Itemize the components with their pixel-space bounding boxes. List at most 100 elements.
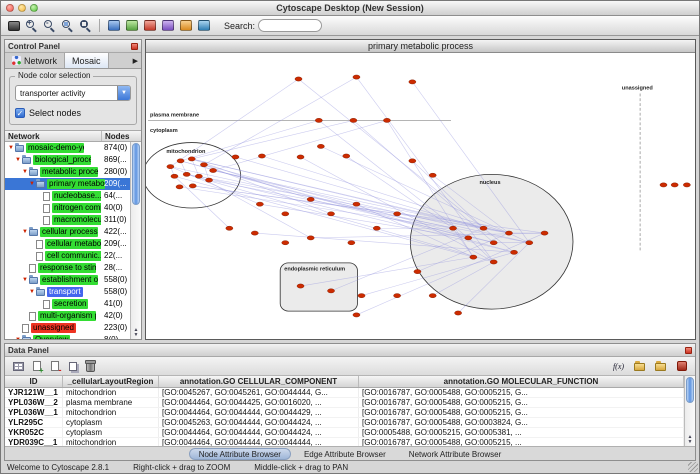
graph-node[interactable] (660, 183, 667, 187)
graph-node[interactable] (505, 231, 512, 235)
graph-node[interactable] (383, 118, 390, 122)
expand-arrow-icon[interactable]: ▼ (28, 180, 36, 188)
graph-node[interactable] (171, 174, 178, 178)
tree-scrollbar[interactable]: ▲▼ (130, 142, 141, 339)
tree-item-cellular-process[interactable]: ▼cellular process422(... (5, 226, 130, 238)
attribute-copy-icon[interactable] (64, 358, 81, 374)
graph-node[interactable] (232, 155, 239, 159)
expand-arrow-icon[interactable]: ▼ (21, 168, 29, 176)
graph-node[interactable] (210, 168, 217, 172)
attribute-delete-icon[interactable] (46, 358, 63, 374)
graph-node[interactable] (307, 236, 314, 240)
tree-scrollbar-thumb[interactable] (132, 143, 140, 205)
table-row[interactable]: YPL036W__2plasma membrane[GO:0044464, GO… (5, 398, 684, 408)
graph-node[interactable] (510, 250, 517, 254)
graph-node[interactable] (394, 294, 401, 298)
attribute-dropdown[interactable]: transporter activity ▼ (15, 85, 131, 101)
tab-edge-attribute-browser[interactable]: Edge Attribute Browser (294, 448, 396, 460)
import-network-icon[interactable] (141, 18, 158, 34)
graph-node[interactable] (526, 241, 533, 245)
graph-node[interactable] (409, 80, 416, 84)
zoom-selected-icon[interactable] (59, 18, 76, 34)
graph-node[interactable] (490, 241, 497, 245)
tree-item-mosaic-demo-yeast[interactable]: ▼mosaic-demo-yeast874(0) (5, 142, 130, 154)
graph-node[interactable] (455, 311, 462, 315)
graph-node[interactable] (409, 159, 416, 163)
tree-item-biological-process[interactable]: ▼biological_process869(... (5, 154, 130, 166)
table-row[interactable]: YLR295Ccytoplasm[GO:0045263, GO:0044444,… (5, 418, 684, 428)
tab-node-attribute-browser[interactable]: Node Attribute Browser (189, 448, 291, 460)
tree-item-metabolic-process[interactable]: ▼metabolic process280(0) (5, 166, 130, 178)
graph-node[interactable] (449, 226, 456, 230)
zoom-window-button[interactable] (30, 4, 38, 12)
graph-node[interactable] (353, 202, 360, 206)
layout-icon[interactable] (177, 18, 194, 34)
attribute-select-icon[interactable] (10, 358, 27, 374)
column-header-id[interactable]: ID (5, 376, 63, 387)
graph-node[interactable] (251, 231, 258, 235)
console-icon[interactable] (5, 18, 22, 34)
tree-item-cell-communic[interactable]: cell communic...22(... (5, 250, 130, 262)
expand-arrow-icon[interactable]: ▼ (21, 276, 29, 284)
graph-node[interactable] (429, 173, 436, 177)
tree-item-establishment-of-lo[interactable]: ▼establishment of lo...558(0) (5, 274, 130, 286)
tree-item-primary-metabo[interactable]: ▼primary metabo...209(... (5, 178, 130, 190)
import-attributes-icon[interactable] (631, 358, 648, 374)
graph-node[interactable] (282, 241, 289, 245)
graph-node[interactable] (188, 157, 195, 161)
control-panel-close-icon[interactable] (131, 43, 138, 50)
tree-item-overview[interactable]: ▼Overview8(0) (5, 334, 130, 339)
graph-node[interactable] (353, 75, 360, 79)
scrollbar-arrows-icon[interactable]: ▲▼ (688, 435, 693, 445)
expand-arrow-icon[interactable]: ▼ (21, 228, 29, 236)
clear-attributes-icon[interactable] (673, 358, 690, 374)
column-header-annotation-go-molecular-function[interactable]: annotation.GO MOLECULAR_FUNCTION (359, 376, 684, 387)
tab-scroll-right-icon[interactable]: ▶ (130, 53, 141, 68)
trash-icon[interactable] (82, 358, 99, 374)
graph-node[interactable] (295, 77, 302, 81)
save-session-icon[interactable] (123, 18, 140, 34)
tree-item-macromolecul[interactable]: macromolecul...311(0) (5, 214, 130, 226)
expand-arrow-icon[interactable]: ▼ (14, 336, 22, 339)
graph-node[interactable] (327, 212, 334, 216)
zoom-out-icon[interactable] (41, 18, 58, 34)
graph-node[interactable] (343, 154, 350, 158)
vizmapper-icon[interactable] (159, 18, 176, 34)
expand-arrow-icon[interactable]: ▼ (7, 144, 15, 152)
zoom-fit-icon[interactable] (77, 18, 94, 34)
graph-node[interactable] (541, 231, 548, 235)
table-row[interactable]: YKR052Ccytoplasm[GO:0044464, GO:0044444,… (5, 428, 684, 438)
minimize-window-button[interactable] (18, 4, 26, 12)
formula-builder-icon[interactable]: f(x) (610, 358, 627, 374)
table-row[interactable]: YDR039C__1mitochondrion[GO:0044464, GO:0… (5, 438, 684, 446)
graph-node[interactable] (200, 163, 207, 167)
tree-item-transport[interactable]: ▼transport558(0) (5, 286, 130, 298)
graph-node[interactable] (195, 174, 202, 178)
tree-item-unassigned[interactable]: unassigned223(0) (5, 322, 130, 334)
attribute-create-icon[interactable] (28, 358, 45, 374)
graph-node[interactable] (315, 118, 322, 122)
graph-node[interactable] (176, 185, 183, 189)
tree-item-nitrogen-compo[interactable]: nitrogen compo...40(0) (5, 202, 130, 214)
graph-node[interactable] (282, 212, 289, 216)
graph-node[interactable] (183, 172, 190, 176)
graph-node[interactable] (177, 159, 184, 163)
graph-node[interactable] (317, 144, 324, 148)
close-window-button[interactable] (6, 4, 14, 12)
tree-item-secretion[interactable]: secretion41(0) (5, 298, 130, 310)
tab-network[interactable]: Network (5, 53, 65, 68)
zoom-in-icon[interactable] (23, 18, 40, 34)
graph-node[interactable] (297, 155, 304, 159)
graph-node[interactable] (490, 260, 497, 264)
table-scrollbar[interactable]: ▲▼ (684, 376, 695, 446)
tab-network-attribute-browser[interactable]: Network Attribute Browser (399, 448, 511, 460)
tree-item-cellular-metabo[interactable]: cellular metabo...209(... (5, 238, 130, 250)
scrollbar-arrows-icon[interactable]: ▲▼ (134, 328, 139, 338)
graph-node[interactable] (414, 269, 421, 273)
graph-node[interactable] (480, 226, 487, 230)
graph-node[interactable] (373, 226, 380, 230)
data-panel-close-icon[interactable] (685, 347, 692, 354)
column-header-cellularlayoutregion[interactable]: _cellularLayoutRegion (63, 376, 159, 387)
expand-arrow-icon[interactable]: ▼ (14, 156, 22, 164)
search-input[interactable] (258, 19, 322, 32)
